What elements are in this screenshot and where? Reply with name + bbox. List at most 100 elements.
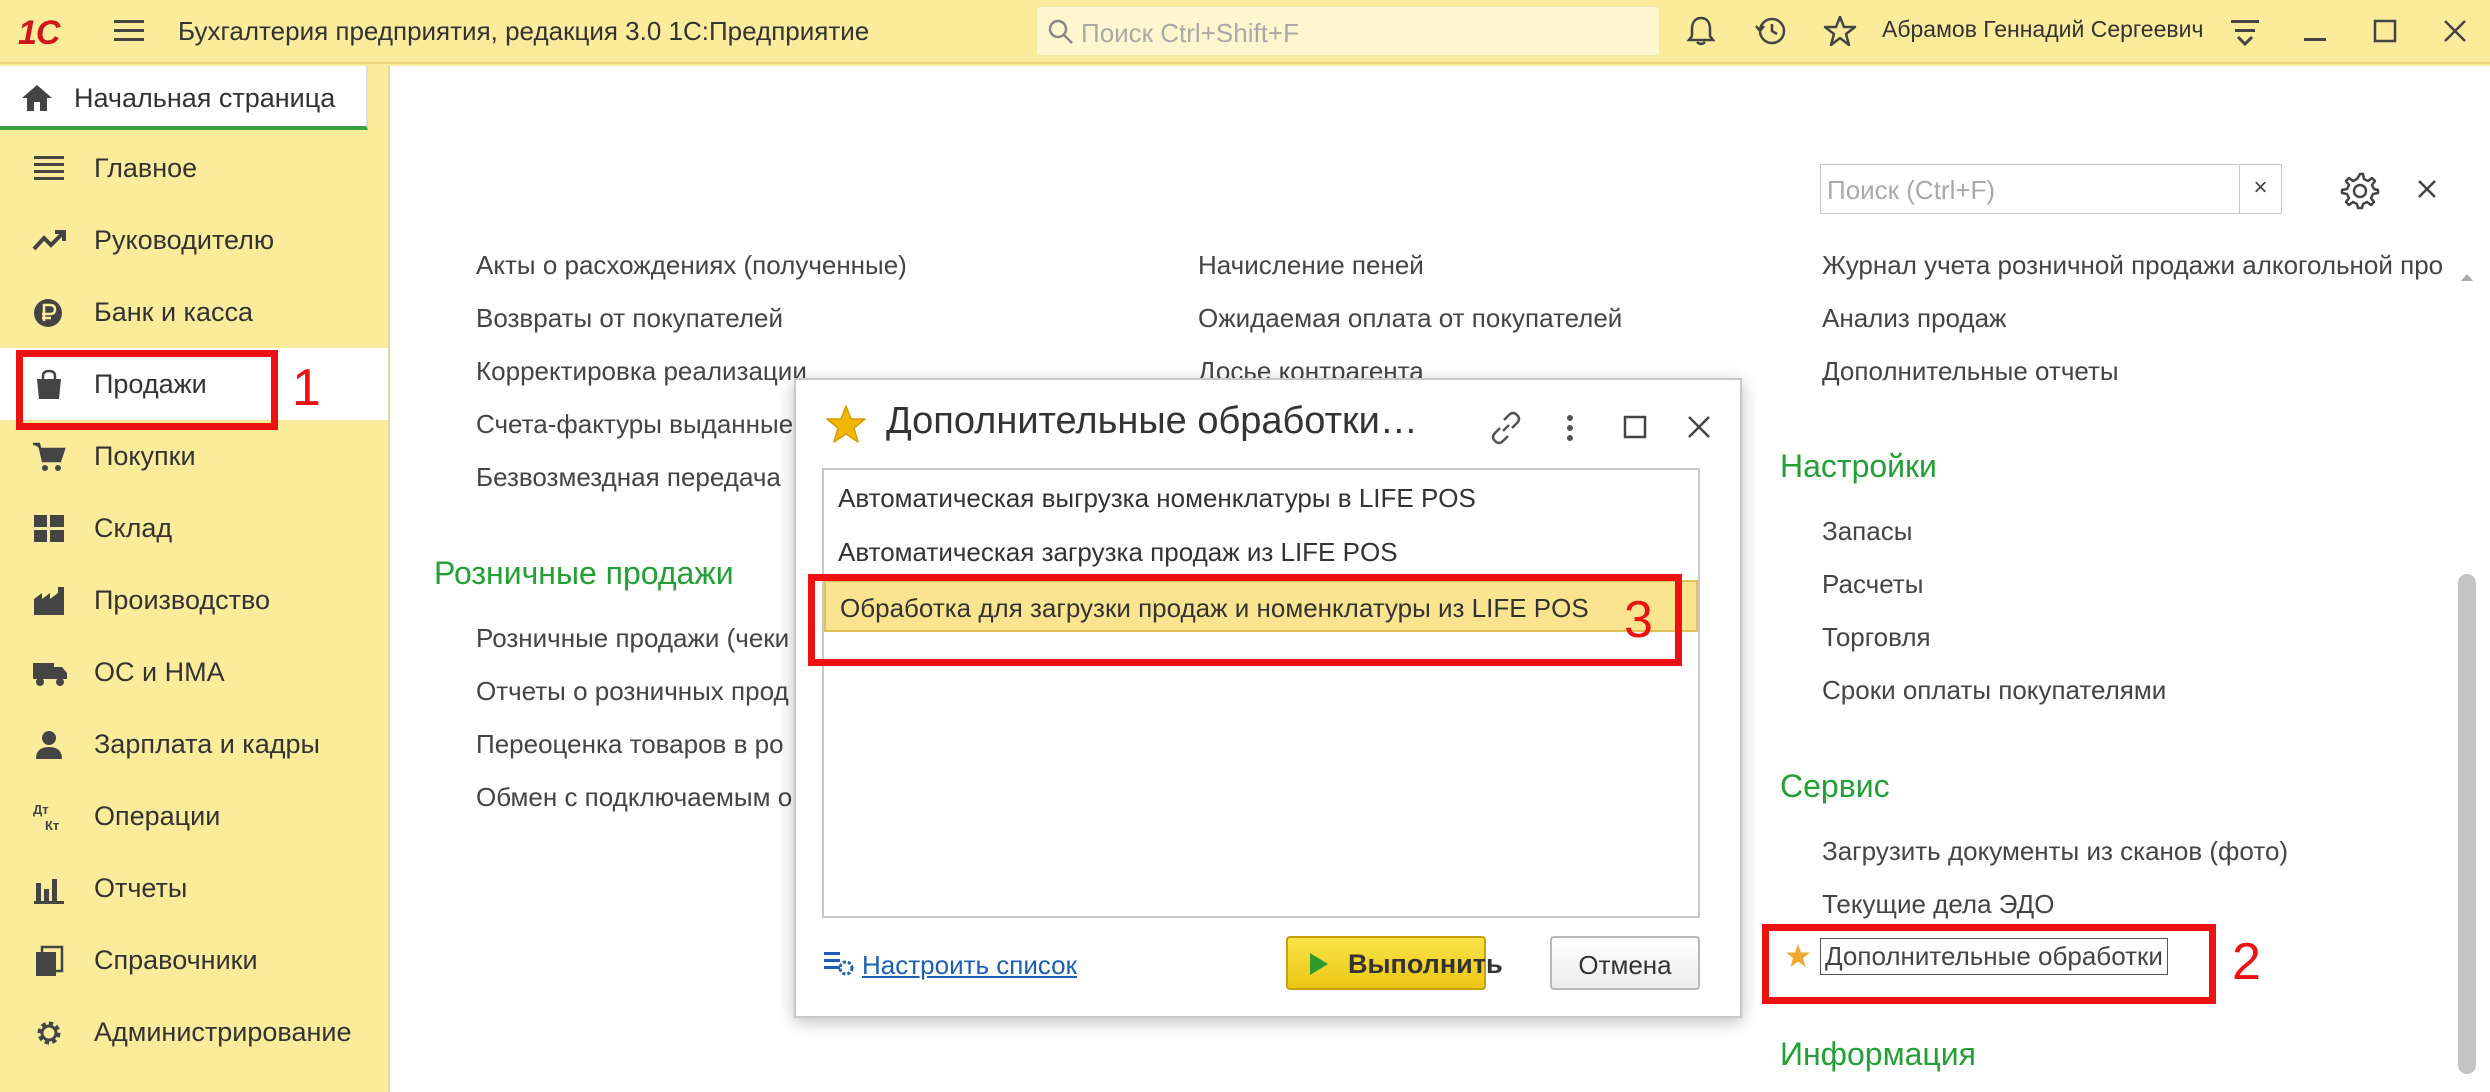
play-icon <box>1310 953 1328 975</box>
link-sales-analysis[interactable]: Анализ продаж <box>1822 303 2006 334</box>
sidebar-item-warehouse[interactable]: Склад <box>0 492 388 564</box>
panel-settings-gear-icon[interactable] <box>2340 170 2380 210</box>
user-name[interactable]: Абрамов Геннадий Сергеевич <box>1882 16 2203 43</box>
sidebar-item-main[interactable]: Главное <box>0 132 388 204</box>
person-icon <box>32 729 66 761</box>
sidebar-item-label: Покупки <box>94 441 196 471</box>
truck-icon <box>32 657 67 689</box>
panel-search-input[interactable]: Поиск (Ctrl+F) × <box>1820 164 2282 214</box>
panel-close-icon[interactable] <box>2412 174 2442 204</box>
bar-chart-icon <box>32 873 66 905</box>
ruble-icon <box>32 297 66 329</box>
global-search-input[interactable]: Поиск Ctrl+Shift+F <box>1036 6 1660 56</box>
link-penalties[interactable]: Начисление пеней <box>1198 250 1424 281</box>
sidebar-item-manager[interactable]: Руководителю <box>0 204 388 276</box>
annotation-number-3: 3 <box>1624 591 1653 649</box>
link-retail-receipts[interactable]: Розничные продажи (чеки <box>476 623 789 654</box>
more-actions-icon[interactable] <box>1560 408 1580 448</box>
sidebar-item-label: Главное <box>94 153 198 183</box>
settings-menu-icon[interactable] <box>2228 14 2262 48</box>
link-payment-terms[interactable]: Сроки оплаты покупателями <box>1822 675 2166 706</box>
list-item-label: Автоматическая загрузка продаж из LIFE P… <box>838 537 1398 567</box>
section-information: Информация <box>1780 1036 1976 1072</box>
favorite-star-icon[interactable] <box>824 404 868 446</box>
bell-icon[interactable] <box>1684 14 1718 48</box>
trend-icon <box>32 225 66 257</box>
sidebar-item-label: Зарплата и кадры <box>94 729 320 759</box>
tab-home-label: Начальная страница <box>74 83 336 113</box>
list-item[interactable]: Автоматическая выгрузка номенклатуры в L… <box>824 472 1698 524</box>
clear-search-button[interactable]: × <box>2239 165 2281 213</box>
close-dialog-icon[interactable] <box>1684 412 1714 442</box>
link-icon[interactable] <box>1486 408 1526 448</box>
list-item[interactable]: Автоматическая загрузка продаж из LIFE P… <box>824 526 1698 578</box>
cancel-button-label: Отмена <box>1578 950 1672 980</box>
link-expected-payment[interactable]: Ожидаемая оплата от покупателей <box>1198 303 1622 334</box>
sidebar-item-operations[interactable]: Дт Кт Операции <box>0 780 388 852</box>
link-sales-correction[interactable]: Корректировка реализации <box>476 356 807 387</box>
sidebar-item-label: ОС и НМА <box>94 657 225 687</box>
history-icon[interactable] <box>1754 14 1788 48</box>
sidebar-item-label: Банк и касса <box>94 297 253 327</box>
section-settings: Настройки <box>1780 448 1937 484</box>
link-equipment-exchange[interactable]: Обмен с подключаемым о <box>476 782 792 813</box>
section-service: Сервис <box>1780 768 1890 804</box>
sidebar-item-production[interactable]: Производство <box>0 564 388 636</box>
sidebar-item-label: Операции <box>94 801 221 831</box>
link-additional-reports[interactable]: Дополнительные отчеты <box>1822 356 2119 387</box>
scroll-up-icon[interactable] <box>2458 270 2476 284</box>
link-free-transfer[interactable]: Безвозмездная передача <box>476 462 781 493</box>
minimize-icon[interactable] <box>2300 14 2330 48</box>
books-icon <box>32 945 66 977</box>
sidebar-item-reports[interactable]: Отчеты <box>0 852 388 924</box>
sidebar-item-references[interactable]: Справочники <box>0 924 388 996</box>
sidebar-item-admin[interactable]: Администрирование <box>0 996 388 1068</box>
maximize-icon[interactable] <box>2370 14 2400 48</box>
tab-home[interactable]: Начальная страница <box>0 66 368 130</box>
annotation-box-3 <box>808 574 1682 666</box>
cart-icon <box>32 441 66 473</box>
sidebar-item-label: Склад <box>94 513 173 543</box>
link-retail-reports[interactable]: Отчеты о розничных прод <box>476 676 789 707</box>
sidebar-item-label: Справочники <box>94 945 258 975</box>
sidebar-item-bank[interactable]: Банк и касса <box>0 276 388 348</box>
annotation-box-1 <box>16 350 278 430</box>
link-revaluation[interactable]: Переоценка товаров в ро <box>476 729 784 760</box>
maximize-dialog-icon[interactable] <box>1620 412 1650 442</box>
link-trade[interactable]: Торговля <box>1822 622 1931 653</box>
link-scan-documents[interactable]: Загрузить документы из сканов (фото) <box>1822 836 2288 867</box>
title-bar: 1С Бухгалтерия предприятия, редакция 3.0… <box>0 0 2490 64</box>
sidebar-item-salary[interactable]: Зарплата и кадры <box>0 708 388 780</box>
link-act-discrepancies[interactable]: Акты о расхождениях (полученные) <box>476 250 907 281</box>
svg-text:Кт: Кт <box>45 818 59 833</box>
link-alcohol-journal[interactable]: Журнал учета розничной продажи алкогольн… <box>1822 250 2452 281</box>
link-settlements[interactable]: Расчеты <box>1822 569 1923 600</box>
panel-search-placeholder: Поиск (Ctrl+F) <box>1827 175 1996 205</box>
factory-icon <box>32 585 66 617</box>
sidebar-item-purchases[interactable]: Покупки <box>0 420 388 492</box>
link-stocks[interactable]: Запасы <box>1822 516 1912 547</box>
run-button[interactable]: Выполнить <box>1286 936 1503 990</box>
sidebar-item-assets[interactable]: ОС и НМА <box>0 636 388 708</box>
run-button-label: Выполнить <box>1348 949 1503 979</box>
sidebar-item-label: Руководителю <box>94 225 275 255</box>
sidebar: Главное Руководителю Банк и касса Продаж… <box>0 132 388 1092</box>
configure-list-icon <box>824 952 854 976</box>
warehouse-icon <box>32 513 66 545</box>
gear-icon <box>32 1017 66 1049</box>
favorites-star-icon[interactable] <box>1822 14 1858 48</box>
configure-list-link[interactable]: Настроить список <box>822 948 1077 980</box>
dialog-title: Дополнительные обработки… <box>886 400 1418 442</box>
svg-text:Дт: Дт <box>33 802 49 817</box>
close-window-icon[interactable] <box>2440 14 2470 48</box>
cancel-button[interactable]: Отмена <box>1550 936 1700 990</box>
link-invoices-issued[interactable]: Счета-фактуры выданные <box>476 409 793 440</box>
link-edo-tasks[interactable]: Текущие дела ЭДО <box>1822 889 2054 920</box>
sidebar-item-label: Производство <box>94 585 271 615</box>
main-menu-icon[interactable] <box>112 16 146 46</box>
processing-list: Автоматическая выгрузка номенклатуры в L… <box>822 468 1700 918</box>
sidebar-item-label: Отчеты <box>94 873 188 903</box>
scrollbar-thumb[interactable] <box>2458 574 2476 1074</box>
link-customer-returns[interactable]: Возвраты от покупателей <box>476 303 783 334</box>
list-icon <box>32 153 66 185</box>
